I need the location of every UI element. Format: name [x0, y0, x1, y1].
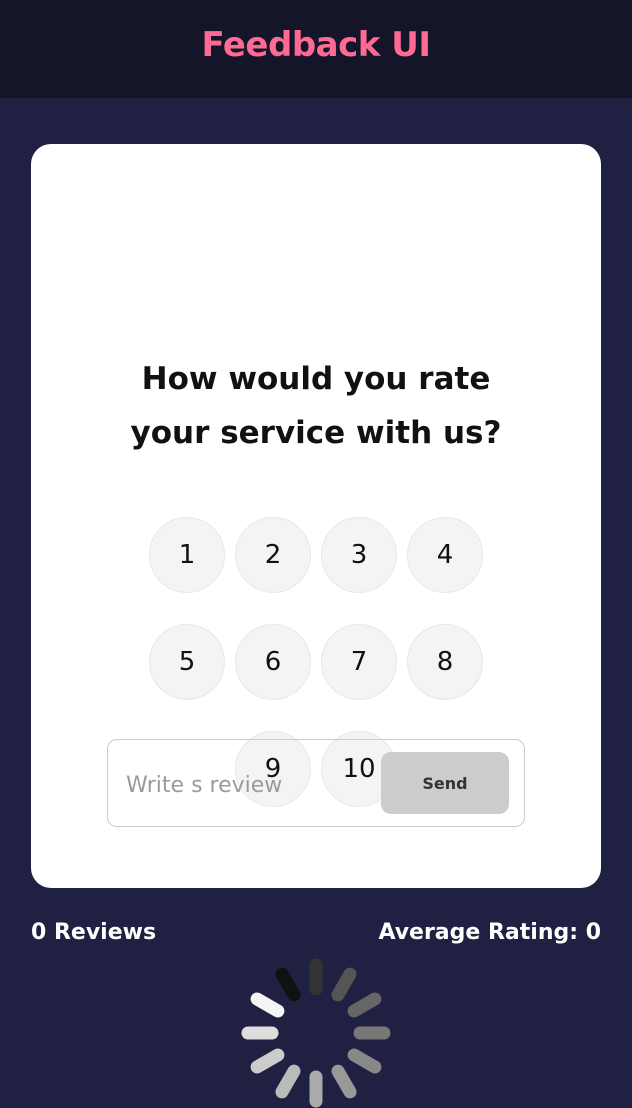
question-line-2: your service with us?: [130, 415, 502, 451]
question-line-1: How would you rate: [141, 361, 491, 397]
app-header: Feedback UI: [0, 0, 632, 98]
review-input[interactable]: [124, 764, 378, 806]
rating-option-7[interactable]: 7: [321, 624, 397, 700]
review-form: Send: [107, 739, 525, 827]
rating-option-2[interactable]: 2: [235, 517, 311, 593]
app-title: Feedback UI: [201, 25, 431, 65]
rating-option-6[interactable]: 6: [235, 624, 311, 700]
rating-option-1[interactable]: 1: [149, 517, 225, 593]
review-count: 0 Reviews: [31, 920, 157, 945]
review-stats: 0 Reviews Average Rating: 0: [31, 920, 601, 945]
rating-option-5[interactable]: 5: [149, 624, 225, 700]
spinner-icon: [241, 958, 391, 1108]
rating-question: How would you rate your service with us?: [31, 352, 601, 460]
rating-option-8[interactable]: 8: [407, 624, 483, 700]
feedback-card: How would you rate your service with us?…: [31, 144, 601, 888]
rating-option-4[interactable]: 4: [407, 517, 483, 593]
send-button[interactable]: Send: [381, 752, 509, 814]
rating-option-3[interactable]: 3: [321, 517, 397, 593]
average-rating: Average Rating: 0: [378, 920, 601, 945]
